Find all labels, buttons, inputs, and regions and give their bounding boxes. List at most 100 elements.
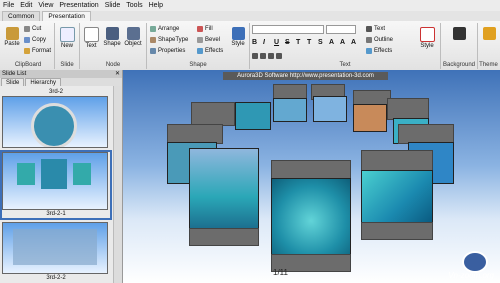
shadow-button[interactable]: S: [318, 39, 323, 46]
slide-canvas[interactable]: Aurora3D Software http://www.presentatio…: [123, 70, 500, 283]
menu-tools[interactable]: Tools: [123, 2, 145, 9]
paste-button[interactable]: Paste: [3, 27, 21, 47]
text-effects-button[interactable]: Effects: [366, 48, 392, 54]
bevel-label: Bevel: [205, 37, 221, 43]
close-icon[interactable]: ✕: [115, 70, 120, 78]
watermark: Vn-zoom.org: [448, 271, 494, 280]
shapetype-button[interactable]: ShapeType: [150, 37, 188, 43]
slide-group: New Slide: [55, 23, 80, 69]
shapetype-label: ShapeType: [158, 37, 189, 43]
panel: [361, 150, 433, 172]
properties-label: Properties: [158, 48, 186, 54]
clipboard-group-label: ClipBoard: [14, 62, 42, 68]
shape-effects-button[interactable]: Effects: [197, 48, 223, 54]
slide-label: 3rd-2-2: [46, 275, 66, 281]
text-label: Text: [374, 26, 386, 32]
properties-button[interactable]: Properties: [150, 48, 185, 54]
text-button[interactable]: Text: [366, 26, 385, 32]
slide-list-title: Slide List: [2, 71, 27, 77]
panel: [191, 102, 235, 126]
tab-hierarchy[interactable]: Hierarchy: [25, 78, 62, 86]
cut-button[interactable]: Cut: [24, 26, 41, 32]
menu-view[interactable]: View: [35, 2, 56, 9]
slide-list-scrollbar[interactable]: [113, 86, 122, 283]
font-color-button[interactable]: A: [329, 39, 334, 46]
slide-thumb-3[interactable]: 3rd-2-2: [2, 222, 110, 282]
text-node-label: Text: [85, 43, 97, 49]
text-node-button[interactable]: Text: [82, 27, 100, 49]
text-icon: [366, 26, 372, 32]
theme-button[interactable]: [480, 27, 498, 41]
photo-thumb: [17, 163, 35, 185]
fill-label: Fill: [205, 26, 213, 32]
background-button[interactable]: [450, 27, 468, 41]
menu-help[interactable]: Help: [146, 2, 166, 9]
copy-icon: [24, 37, 30, 43]
underline-button[interactable]: U: [274, 39, 279, 46]
shape-group: Arrange ShapeType Properties Fill Bevel …: [147, 23, 250, 69]
circle-graphic: [31, 103, 77, 147]
grow-font-button[interactable]: A: [340, 39, 345, 46]
new-slide-button[interactable]: New: [58, 27, 76, 49]
shrink-font-button[interactable]: A: [351, 39, 356, 46]
tab-slide[interactable]: Slide: [1, 78, 25, 86]
outline-icon: [366, 37, 372, 43]
font-family-select[interactable]: [252, 25, 324, 34]
theme-icon: [482, 27, 496, 40]
back-arrow-icon[interactable]: [462, 251, 488, 273]
background-group-label: Background: [442, 62, 476, 68]
slide-list-header: Slide List ✕: [0, 70, 122, 78]
menu-edit[interactable]: Edit: [17, 2, 35, 9]
bold-button[interactable]: B: [252, 39, 257, 46]
photo-tile: [313, 96, 347, 122]
tab-common[interactable]: Common: [2, 11, 41, 21]
slide-thumb-1[interactable]: 3rd-2: [2, 88, 110, 148]
menu-presentation[interactable]: Presentation: [56, 2, 101, 9]
photo-tile: [235, 102, 271, 130]
arrange-button[interactable]: Arrange: [150, 26, 179, 32]
subscript-button[interactable]: T: [307, 39, 311, 46]
background-icon: [452, 27, 466, 40]
superscript-button[interactable]: T: [296, 39, 300, 46]
arrange-icon: [150, 26, 156, 32]
paste-icon: [5, 27, 19, 40]
bevel-button[interactable]: Bevel: [197, 37, 220, 43]
slide-thumbnails: 3rd-2 3rd-2-1 3rd-2-2: [0, 86, 112, 283]
align-left-button[interactable]: [252, 53, 282, 59]
outline-button[interactable]: Outline: [366, 37, 393, 43]
shape-style-button[interactable]: Style: [229, 27, 247, 47]
text-group-label: Text: [339, 62, 351, 68]
font-size-select[interactable]: [326, 25, 356, 34]
menu-slide[interactable]: Slide: [102, 2, 124, 9]
format-label: Format: [32, 48, 52, 54]
copy-button[interactable]: Copy: [24, 37, 46, 43]
align-center-icon: [260, 53, 266, 59]
text-style-button[interactable]: Style: [418, 27, 436, 49]
object-node-button[interactable]: Object: [124, 27, 142, 47]
panel: [398, 124, 454, 144]
copy-label: Copy: [32, 37, 47, 43]
properties-icon: [150, 48, 156, 54]
shapetype-icon: [150, 37, 156, 43]
panel: [167, 124, 223, 144]
strike-button[interactable]: S: [285, 39, 290, 46]
slide-label: 3rd-2: [48, 89, 63, 95]
align-right-icon: [268, 53, 274, 59]
bevel-icon: [197, 37, 203, 43]
align-left-icon: [252, 53, 258, 59]
italic-button[interactable]: I: [263, 39, 265, 46]
fill-button[interactable]: Fill: [197, 26, 213, 32]
slide-thumb-2[interactable]: 3rd-2-1: [0, 150, 112, 220]
shape-effects-label: Effects: [205, 48, 224, 54]
shape-node-button[interactable]: Shape: [103, 27, 121, 47]
menu-file[interactable]: File: [0, 2, 17, 9]
text-effects-label: Effects: [374, 48, 393, 54]
node-group: Text Shape Object Node: [80, 23, 147, 69]
text-style-label: Style: [420, 43, 434, 49]
format-button[interactable]: Format: [24, 48, 51, 54]
tab-presentation[interactable]: Presentation: [42, 11, 91, 21]
theme-group: Theme: [478, 23, 499, 69]
scissors-icon: [24, 26, 30, 32]
photo-thumb: [41, 159, 67, 189]
cut-label: Cut: [32, 26, 42, 32]
